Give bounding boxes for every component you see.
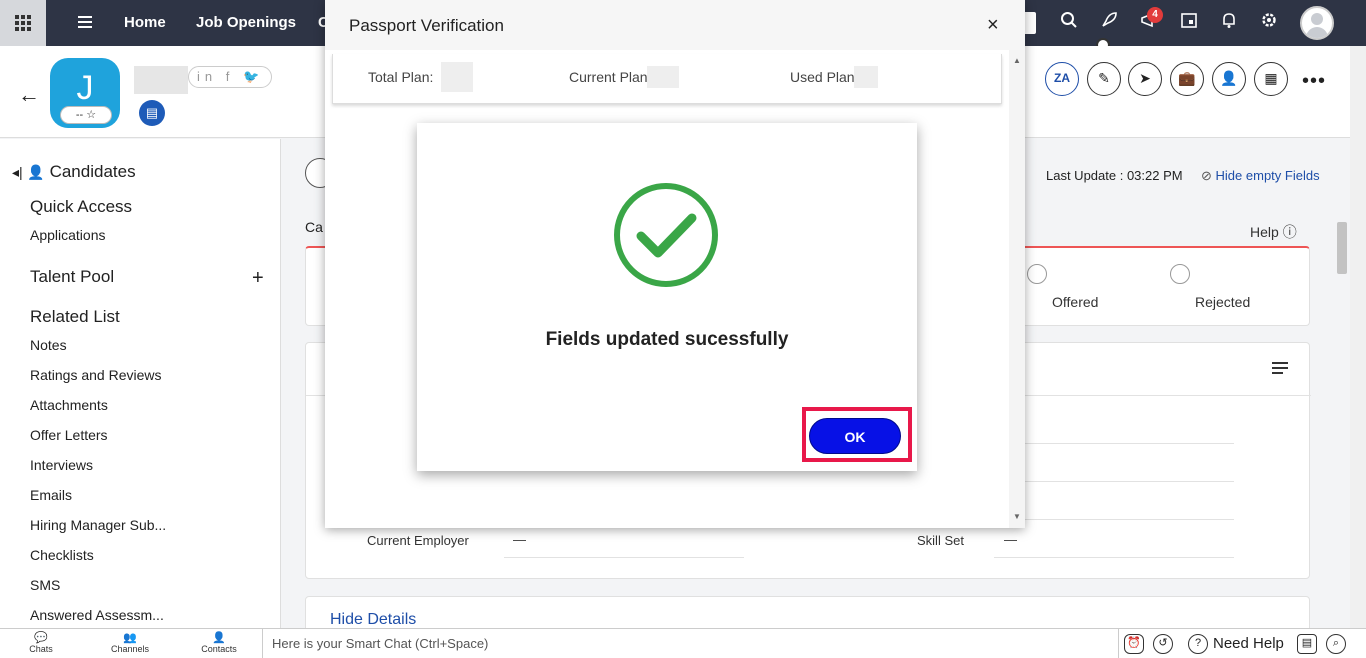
- plan-summary: Total Plan: Current Plan Used Plan: [332, 54, 1002, 104]
- sidebar-item-checklists[interactable]: Checklists: [30, 547, 94, 563]
- sidebar-item-emails[interactable]: Emails: [30, 487, 72, 503]
- channels-tab[interactable]: 👥 Channels: [110, 632, 150, 654]
- help-label: Help: [1250, 224, 1279, 240]
- total-plan-value-redacted: [441, 62, 473, 92]
- nav-home[interactable]: Home: [124, 14, 166, 31]
- notification-badge: 4: [1147, 7, 1163, 23]
- used-plan-label: Used Plan: [790, 69, 855, 85]
- stage-offered-label: Offered: [1052, 294, 1099, 310]
- rocket-icon[interactable]: [1097, 11, 1121, 35]
- document-icon[interactable]: ▤: [139, 100, 165, 126]
- send-icon[interactable]: ➤: [1128, 62, 1162, 96]
- sidebar-title-label: Candidates: [49, 162, 136, 181]
- list-view-icon[interactable]: [1272, 362, 1288, 377]
- current-employer-value[interactable]: —: [513, 532, 526, 547]
- history-icon[interactable]: ↺: [1153, 634, 1173, 654]
- skill-set-label: Skill Set: [917, 533, 964, 548]
- hide-details-link[interactable]: Hide Details: [330, 611, 416, 629]
- stage-offered-circle[interactable]: [1027, 264, 1047, 284]
- sidebar-item-sms[interactable]: SMS: [30, 577, 60, 593]
- eye-off-icon: ⊘: [1201, 168, 1212, 183]
- schedule-icon[interactable]: ▦: [1254, 62, 1288, 96]
- smart-chat-input[interactable]: Here is your Smart Chat (Ctrl+Space): [262, 629, 1118, 658]
- used-plan-value-redacted: [854, 66, 878, 88]
- scroll-up-icon[interactable]: ▲: [1013, 56, 1021, 65]
- chats-label: Chats: [29, 644, 53, 654]
- channels-label: Channels: [110, 644, 150, 654]
- chat-icon: 💬: [34, 632, 48, 644]
- modal-title: Passport Verification: [349, 16, 504, 35]
- hide-empty-label: Hide empty Fields: [1215, 168, 1320, 183]
- alarm-icon[interactable]: ⏰: [1124, 634, 1144, 654]
- last-update: Last Update : 03:22 PM: [1046, 168, 1183, 183]
- contacts-icon: 👤: [212, 632, 226, 644]
- related-list-heading: Related List: [30, 307, 120, 326]
- candidate-name-redacted: [134, 66, 188, 94]
- hide-empty-fields-link[interactable]: ⊘ Hide empty Fields: [1201, 168, 1320, 184]
- tab-candidate[interactable]: Ca: [305, 219, 323, 235]
- sidebar-item-offer-letters[interactable]: Offer Letters: [30, 427, 108, 443]
- success-check-icon: [614, 183, 718, 287]
- ok-button[interactable]: OK: [809, 418, 901, 454]
- page-scroll-thumb[interactable]: [1337, 222, 1347, 274]
- notes-icon[interactable]: ▤: [1297, 634, 1317, 654]
- bottom-bar: 💬 Chats 👥 Channels 👤 Contacts Here is your …: [0, 628, 1366, 658]
- sidebar-item-ratings[interactable]: Ratings and Reviews: [30, 367, 162, 383]
- grid-icon: [15, 15, 31, 31]
- skill-set-value[interactable]: —: [1004, 532, 1017, 547]
- success-message: Fields updated sucessfully: [545, 329, 789, 350]
- success-dialog: Fields updated sucessfully OK: [417, 123, 917, 471]
- social-links[interactable]: in f 🐦: [188, 66, 272, 88]
- gear-icon[interactable]: [1257, 11, 1281, 35]
- more-options-icon[interactable]: •••: [1302, 70, 1326, 93]
- total-plan-label: Total Plan:: [368, 69, 434, 85]
- talent-pool-heading: Talent Pool: [30, 267, 115, 286]
- briefcase-icon[interactable]: 💼: [1170, 62, 1204, 96]
- channels-icon: 👥: [123, 632, 137, 644]
- modal-scrollbar[interactable]: ▲ ▼: [1009, 50, 1025, 528]
- rating-pill[interactable]: -- ☆: [60, 106, 112, 124]
- sidebar-item-notes[interactable]: Notes: [30, 337, 67, 353]
- contacts-tab[interactable]: 👤 Contacts: [199, 632, 239, 654]
- sidebar-item-attachments[interactable]: Attachments: [30, 397, 108, 413]
- edit-note-icon[interactable]: ✎: [1087, 62, 1121, 96]
- calendar-icon[interactable]: [1177, 11, 1201, 35]
- modal-header: Passport Verification ×: [325, 0, 1025, 50]
- help-icon: ⓘ: [1282, 224, 1297, 240]
- scroll-down-icon[interactable]: ▼: [1013, 512, 1021, 521]
- translate-icon[interactable]: ZA: [1045, 62, 1079, 96]
- help-link[interactable]: Help ⓘ: [1250, 222, 1297, 242]
- current-employer-label: Current Employer: [367, 533, 469, 548]
- sidebar-item-applications[interactable]: Applications: [30, 227, 106, 243]
- collapse-icon[interactable]: ◂|: [12, 164, 23, 180]
- add-talent-pool-button[interactable]: +: [252, 267, 264, 290]
- stage-rejected-circle[interactable]: [1170, 264, 1190, 284]
- menu-icon[interactable]: [78, 16, 92, 31]
- contacts-label: Contacts: [201, 644, 237, 654]
- page-scrollbar[interactable]: [1350, 46, 1366, 628]
- stage-rejected-label: Rejected: [1195, 294, 1251, 310]
- sidebar-title: ◂| 👤 Candidates: [12, 162, 136, 182]
- back-arrow-icon[interactable]: ←: [18, 82, 40, 108]
- sidebar-item-hiring-manager[interactable]: Hiring Manager Sub...: [30, 517, 166, 533]
- profile-avatar[interactable]: [1300, 6, 1334, 40]
- question-icon[interactable]: ?: [1188, 634, 1208, 654]
- close-icon[interactable]: ×: [987, 14, 999, 37]
- chats-tab[interactable]: 💬 Chats: [21, 632, 61, 654]
- sidebar-item-answered-assessments[interactable]: Answered Assessm...: [30, 607, 164, 623]
- current-plan-label: Current Plan: [569, 69, 648, 85]
- sidebar-item-interviews[interactable]: Interviews: [30, 457, 93, 473]
- sidebar: ◂| 👤 Candidates Quick Access Application…: [0, 139, 281, 628]
- nav-job-openings[interactable]: Job Openings: [196, 14, 296, 31]
- current-plan-value-redacted: [647, 66, 679, 88]
- bottom-search-icon[interactable]: ⌕: [1326, 634, 1346, 654]
- app-grid-button[interactable]: [0, 0, 46, 46]
- bell-icon[interactable]: [1217, 11, 1241, 35]
- need-help-label[interactable]: Need Help: [1213, 635, 1284, 652]
- assign-user-icon[interactable]: 👤: [1212, 62, 1246, 96]
- search-icon[interactable]: [1057, 11, 1081, 35]
- quick-access-heading: Quick Access: [30, 197, 133, 216]
- person-icon: 👤: [27, 164, 45, 180]
